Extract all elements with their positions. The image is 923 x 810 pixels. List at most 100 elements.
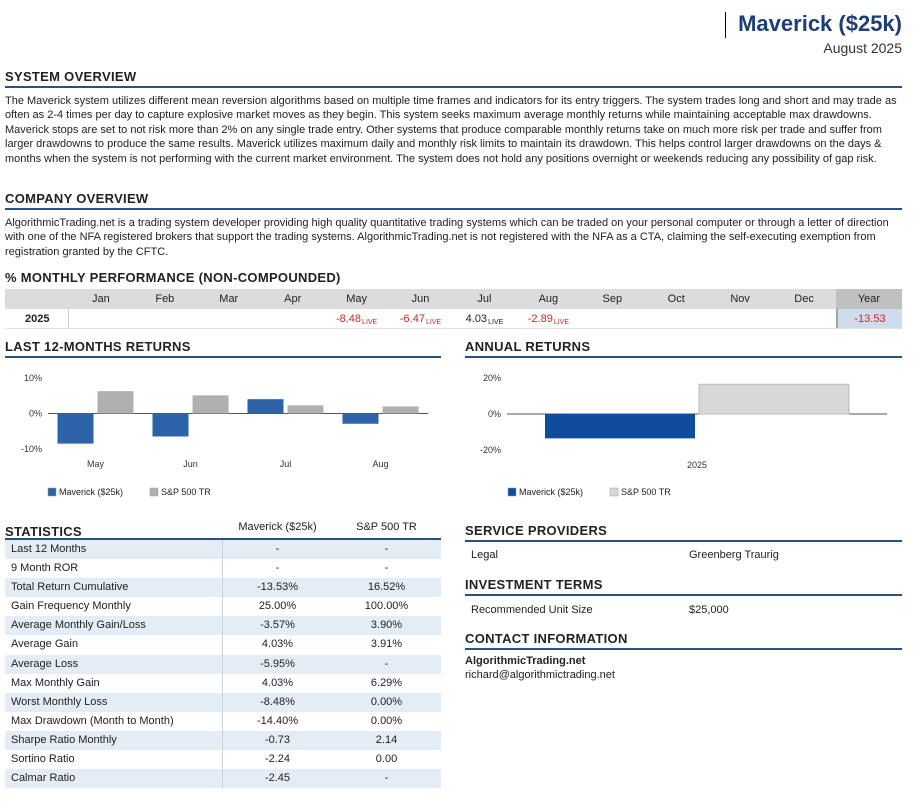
contact-company: AlgorithmicTrading.net (465, 655, 586, 667)
stat-value-sp500: 2.14 (375, 733, 398, 746)
x-tick-label: 2025 (687, 460, 707, 470)
stat-label: 9 Month ROR (5, 559, 223, 579)
stat-value-maverick: -0.73 (264, 733, 291, 746)
report-header: Maverick ($25k) August 2025 (738, 10, 902, 56)
stat-label: Average Monthly Gain/Loss (5, 616, 223, 636)
service-providers-heading: SERVICE PROVIDERS (465, 523, 902, 542)
stat-value-maverick: -5.95% (260, 657, 295, 670)
x-tick-label: Jul (280, 459, 292, 469)
text-cursor (725, 12, 726, 38)
month-value: -8.48 (335, 313, 362, 325)
statistics-header: STATISTICS Maverick ($25k) S&P 500 TR (5, 518, 441, 540)
live-tag: LIVE (488, 319, 504, 326)
investment-terms-row: Recommended Unit Size $25,000 (465, 600, 902, 621)
month-cell: -8.48LIVE (325, 309, 389, 328)
stat-label: Average Gain (5, 635, 223, 655)
stat-row: Sharpe Ratio Monthly -0.73 2.14 (5, 730, 441, 751)
legend-swatch (609, 487, 619, 497)
stat-row: Calmar Ratio -2.45 - (5, 769, 441, 789)
statistics-col1-header: Maverick ($25k) (238, 521, 317, 533)
investment-terms-value: $25,000 (689, 604, 729, 616)
live-tag: LIVE (425, 319, 442, 326)
investment-terms-heading: INVESTMENT TERMS (465, 577, 902, 596)
stat-value-sp500: - (384, 543, 389, 555)
month-header: Aug (538, 293, 559, 305)
stat-row: Gain Frequency Monthly 25.00% 100.00% (5, 597, 441, 617)
month-cell: -6.47LIVE (389, 309, 453, 328)
statistics-table: STATISTICS Maverick ($25k) S&P 500 TR La… (5, 518, 441, 789)
stat-value-sp500: - (384, 772, 389, 785)
stat-row: Sortino Ratio -2.24 0.00 (5, 750, 441, 770)
stat-row: Worst Monthly Loss -8.48% 0.00% (5, 692, 441, 712)
stat-label: Last 12 Months (5, 540, 223, 560)
stat-row: Last 12 Months - - (5, 540, 441, 560)
y-tick-label: 0% (488, 409, 501, 419)
y-tick-label: -10% (21, 444, 42, 454)
stat-value-maverick: -3.57% (260, 619, 295, 632)
bar-s-p-500-tr-2025 (698, 383, 850, 415)
stat-value-maverick: - (275, 562, 280, 575)
bar-maverick-25k-aug (342, 413, 379, 424)
x-tick-label: May (87, 459, 105, 469)
month-header: Mar (219, 293, 239, 305)
live-tag: LIVE (553, 319, 569, 326)
stat-value-maverick: -14.40% (257, 714, 298, 727)
month-header: Feb (155, 293, 175, 305)
stat-value-maverick: -13.53% (257, 581, 298, 594)
statistics-heading: STATISTICS (5, 524, 82, 539)
stat-value-sp500: 100.00% (364, 600, 409, 613)
monthly-performance-table: Jan Feb Mar Apr May Jun Jul Aug Sep Oct … (5, 289, 902, 329)
legend-swatch (149, 487, 159, 497)
month-header: Sep (602, 293, 623, 305)
contact-email[interactable]: richard@algorithmictrading.net (465, 669, 615, 681)
stat-row: Max Monthly Gain 4.03% 6.29% (5, 673, 441, 693)
stat-row: Max Drawdown (Month to Month) -14.40% 0.00… (5, 711, 441, 731)
stat-label: Max Drawdown (Month to Month) (5, 711, 223, 731)
stat-value-sp500: 3.91% (370, 638, 403, 651)
stat-row: Total Return Cumulative -13.53% 16.52% (5, 578, 441, 598)
month-header: Dec (794, 293, 814, 305)
stat-value-maverick: -2.24 (264, 753, 291, 766)
month-value: -6.47 (399, 313, 425, 325)
legend-swatch (47, 487, 57, 497)
month-header: Apr (284, 293, 302, 305)
stat-value-sp500: - (384, 657, 389, 670)
month-header: May (346, 293, 367, 305)
bar-s-p-500-tr-jul (287, 405, 324, 414)
stat-label: Gain Frequency Monthly (5, 597, 223, 617)
stat-row: 9 Month ROR - - (5, 559, 441, 579)
legend-label: S&P 500 TR (161, 487, 211, 497)
month-header: Jul (477, 293, 492, 305)
stat-value-maverick: - (275, 543, 280, 555)
month-value: -2.89 (527, 313, 553, 325)
x-tick-label: Jun (183, 459, 198, 469)
stat-value-sp500: 16.52% (367, 581, 406, 594)
row-year: 2025 (5, 309, 69, 328)
month-cell (197, 309, 261, 328)
legend-label: Maverick ($25k) (519, 487, 583, 497)
stat-value-maverick: 4.03% (261, 676, 294, 689)
system-overview-text: The Maverick system utilizes different m… (5, 95, 897, 165)
stat-label: Worst Monthly Loss (5, 692, 223, 712)
month-value: 4.03 (465, 313, 488, 325)
year-total-cell: -13.53 (836, 309, 902, 328)
company-overview-heading: COMPANY OVERVIEW (5, 191, 902, 210)
month-cell: 4.03LIVE (452, 309, 516, 328)
stat-label: Sharpe Ratio Monthly (5, 730, 223, 751)
month-header: Nov (730, 293, 750, 305)
stat-value-maverick: -2.45 (264, 772, 291, 785)
bar-maverick-25k-2025 (545, 414, 695, 439)
stat-value-sp500: 6.29% (370, 676, 403, 689)
stat-row: Average Monthly Gain/Loss -3.57% 3.90% (5, 616, 441, 636)
company-overview-text: AlgorithmicTrading.net is a trading syst… (5, 217, 889, 258)
legend-label: Maverick ($25k) (59, 487, 123, 497)
service-provider-row: Legal Greenberg Traurig (465, 545, 902, 566)
bar-s-p-500-tr-may (97, 391, 134, 414)
contact-heading: CONTACT INFORMATION (465, 631, 902, 650)
report-date: August 2025 (823, 40, 902, 56)
performance-row-2025: 2025 -8.48LIVE -6.47LIVE 4.03LIVE -2.89L… (5, 309, 902, 329)
stat-value-sp500: 3.90% (370, 619, 403, 632)
investment-terms-label: Recommended Unit Size (471, 604, 593, 616)
statistics-col2-header: S&P 500 TR (356, 521, 417, 533)
month-header: Jan (92, 293, 110, 305)
